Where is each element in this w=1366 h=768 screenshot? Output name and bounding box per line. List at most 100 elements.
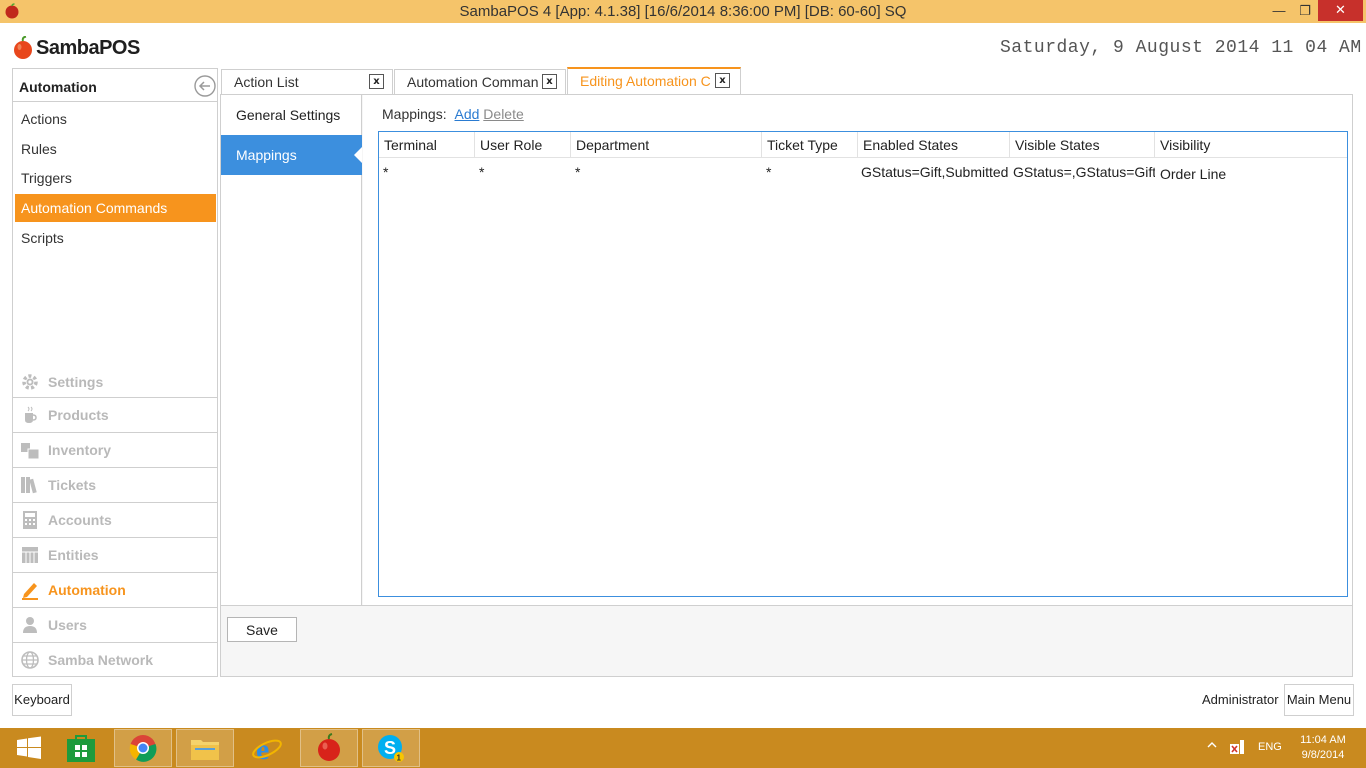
close-button[interactable]: ✕: [1318, 0, 1363, 21]
category-products[interactable]: Products: [13, 397, 217, 432]
gear-icon: [19, 371, 41, 393]
main-menu-button[interactable]: Main Menu: [1284, 684, 1354, 716]
tray-network-icon[interactable]: [1228, 738, 1246, 756]
sidebar-header: Automation: [13, 69, 217, 102]
category-label: Accounts: [48, 512, 112, 528]
mappings-grid: Terminal User Role Department Ticket Typ…: [378, 131, 1348, 597]
windows-logo-icon: [17, 736, 41, 759]
sidebar: Automation Actions Rules Triggers Automa…: [12, 68, 218, 677]
grid-header: Terminal User Role Department Ticket Typ…: [379, 132, 1347, 158]
sambapos-logo: SambaPOS: [12, 34, 140, 62]
tab-automation-commands[interactable]: Automation Comman x: [394, 69, 566, 94]
cell-visibility[interactable]: Order Line: [1156, 161, 1346, 187]
category-label: Samba Network: [48, 652, 154, 668]
category-label: Users: [48, 617, 87, 633]
category-label: Inventory: [48, 442, 112, 458]
column-header-department[interactable]: Department: [571, 132, 762, 158]
nav-general-settings[interactable]: General Settings: [221, 95, 362, 135]
maximize-button[interactable]: ❐: [1296, 0, 1314, 21]
skype-icon: S 1: [378, 735, 404, 763]
category-label: Entities: [48, 547, 99, 563]
cup-icon: [19, 404, 41, 426]
column-header-user-role[interactable]: User Role: [475, 132, 571, 158]
taskbar-store[interactable]: [52, 729, 110, 767]
tab-close-button[interactable]: x: [542, 74, 557, 89]
tab-label: Editing Automation C: [580, 73, 711, 89]
minimize-button[interactable]: —: [1270, 0, 1288, 21]
mappings-label: Mappings:: [382, 106, 447, 122]
user-icon: [19, 614, 41, 636]
sidebar-item-actions[interactable]: Actions: [15, 105, 216, 133]
editor-nav: General Settings Mappings: [221, 95, 362, 605]
save-button[interactable]: Save: [227, 617, 297, 642]
taskbar-sambapos[interactable]: [300, 729, 358, 767]
taskbar-skype[interactable]: S 1: [362, 729, 420, 767]
start-button[interactable]: [0, 729, 58, 767]
tray-language[interactable]: ENG: [1258, 741, 1282, 753]
tray-date: 9/8/2014: [1301, 749, 1345, 761]
sidebar-title: Automation: [19, 79, 97, 95]
pencil-icon: [19, 579, 41, 601]
nav-mappings[interactable]: Mappings: [221, 135, 362, 175]
category-inventory[interactable]: Inventory: [13, 432, 217, 467]
editor-footer: Save: [221, 605, 1352, 676]
window-title: SambaPOS 4 [App: 4.1.38] [16/6/2014 8:36…: [459, 3, 907, 20]
books-icon: [19, 474, 41, 496]
tray-chevron-up-icon[interactable]: [1207, 740, 1217, 750]
add-mapping-link[interactable]: Add: [454, 106, 479, 122]
tab-action-list[interactable]: Action List x: [221, 69, 393, 94]
tray-clock[interactable]: 11:04 AM 9/8/2014: [1290, 733, 1356, 763]
column-header-terminal[interactable]: Terminal: [379, 132, 475, 158]
column-header-visible-states[interactable]: Visible States: [1010, 132, 1155, 158]
category-samba-network[interactable]: Samba Network: [13, 642, 217, 677]
cell-terminal[interactable]: *: [379, 159, 475, 185]
windows-taskbar: e S 1 ENG 11:04 AM 9/8/2014: [0, 728, 1366, 768]
folder-icon: [191, 740, 219, 760]
mappings-content: Mappings: Add Delete Terminal User Role …: [363, 95, 1352, 605]
tab-close-button[interactable]: x: [369, 74, 384, 89]
table-row[interactable]: * * * * GStatus=Gift,Submitted GStatus=,…: [379, 159, 1347, 185]
sidebar-item-triggers[interactable]: Triggers: [15, 164, 216, 192]
keyboard-button[interactable]: Keyboard: [12, 684, 72, 716]
cell-enabled-states[interactable]: GStatus=Gift,Submitted: [857, 159, 1009, 185]
cell-user-role[interactable]: *: [475, 159, 571, 185]
category-automation[interactable]: Automation: [13, 572, 217, 607]
sidebar-item-automation-commands[interactable]: Automation Commands: [15, 194, 216, 222]
column-header-enabled-states[interactable]: Enabled States: [858, 132, 1010, 158]
taskbar-internet-explorer[interactable]: e: [238, 729, 296, 767]
tab-label: Automation Comman: [407, 74, 539, 90]
sidebar-item-scripts[interactable]: Scripts: [15, 224, 216, 252]
back-arrow-icon[interactable]: [194, 75, 216, 97]
delete-mapping-link[interactable]: Delete: [483, 106, 523, 122]
category-label: Products: [48, 407, 109, 423]
taskbar-chrome[interactable]: [114, 729, 172, 767]
cell-ticket-type[interactable]: *: [762, 159, 858, 185]
current-user-label: Administrator: [1202, 692, 1279, 707]
tab-label: Action List: [234, 74, 299, 90]
mappings-toolbar: Mappings: Add Delete: [382, 106, 524, 122]
category-accounts[interactable]: Accounts: [13, 502, 217, 537]
table-icon: [19, 544, 41, 566]
category-label: Settings: [48, 373, 104, 390]
category-label: Tickets: [48, 477, 96, 493]
category-entities[interactable]: Entities: [13, 537, 217, 572]
category-settings[interactable]: Settings: [13, 364, 217, 399]
boxes-icon: [19, 439, 41, 461]
sidebar-item-rules[interactable]: Rules: [15, 135, 216, 163]
category-users[interactable]: Users: [13, 607, 217, 642]
taskbar-file-explorer[interactable]: [176, 729, 234, 767]
column-header-visibility[interactable]: Visibility: [1155, 132, 1347, 158]
tab-editing-automation-command[interactable]: Editing Automation C x: [567, 67, 741, 95]
sambapos-apple-icon: [318, 733, 340, 761]
tab-close-button[interactable]: x: [715, 73, 730, 88]
globe-icon: [19, 649, 41, 671]
cell-visible-states[interactable]: GStatus=,GStatus=Gift: [1009, 159, 1155, 185]
store-icon: [67, 735, 95, 762]
chrome-icon: [129, 735, 157, 762]
category-tickets[interactable]: Tickets: [13, 467, 217, 502]
calculator-icon: [19, 509, 41, 531]
category-label: Automation: [48, 582, 126, 598]
column-header-ticket-type[interactable]: Ticket Type: [762, 132, 858, 158]
cell-department[interactable]: *: [571, 159, 762, 185]
tray-time: 11:04 AM: [1300, 734, 1346, 746]
